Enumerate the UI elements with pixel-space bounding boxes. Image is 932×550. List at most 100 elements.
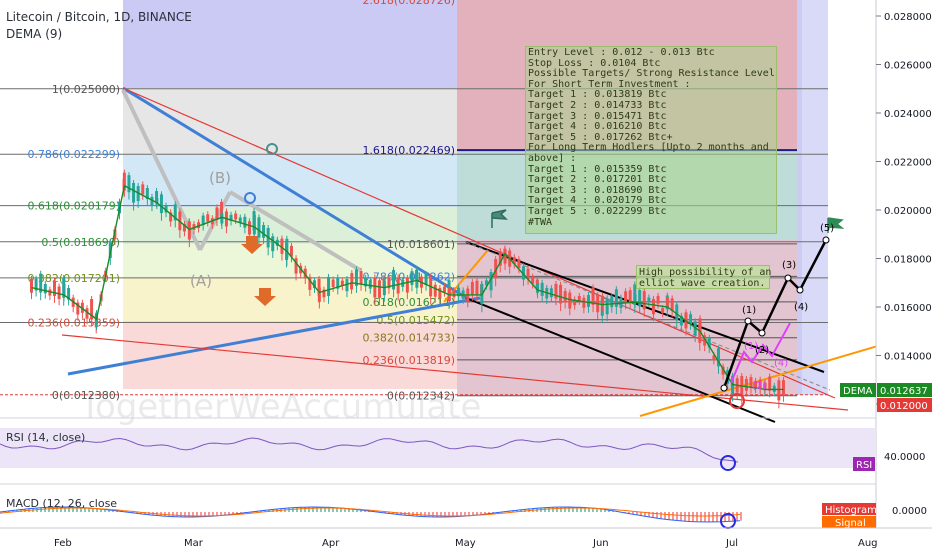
candle-body: [43, 283, 47, 294]
dema-indicator-title[interactable]: DEMA (9): [6, 26, 192, 43]
candle-body: [234, 213, 238, 220]
dema-badge-value: 0.012637: [880, 386, 928, 397]
note-line: elliot wave creation.: [639, 278, 766, 289]
time-axis[interactable]: Feb Mar Apr May Jun Jul Aug: [54, 538, 878, 549]
candle-body: [666, 297, 670, 307]
info-line: Target 2 : 0.014733 Btc: [528, 99, 667, 111]
rsi-tick: 40.0000: [884, 452, 925, 463]
wave-label-4-small: (4): [774, 358, 788, 369]
info-line: #TWA: [528, 216, 553, 228]
candle-body: [642, 291, 646, 310]
macd-bar: [668, 512, 670, 520]
candle-body: [624, 291, 628, 304]
x-tick-label: May: [455, 538, 476, 549]
x-tick-label: Feb: [54, 538, 72, 549]
y-tick-label: 0.022000: [884, 158, 932, 169]
macd-bar: [180, 512, 182, 517]
candle-body: [549, 288, 553, 298]
candle-body: [159, 194, 163, 214]
macd-bar: [300, 507, 302, 512]
symbol-title[interactable]: Litecoin / Bitcoin, 1D, BINANCE: [6, 9, 192, 26]
macd-bar: [308, 507, 310, 512]
candle-body: [243, 216, 247, 228]
info-line: Entry Level : 0.012 - 0.013 Btc: [528, 47, 715, 58]
macd-bar: [680, 512, 682, 521]
rsi-title[interactable]: RSI (14, close): [6, 431, 85, 444]
dema-badge-label: DEMA: [843, 386, 873, 397]
candle-body: [206, 214, 210, 222]
macd-bar: [664, 512, 666, 520]
candle-body: [442, 286, 446, 293]
candle-body: [405, 277, 409, 293]
candle-body: [628, 290, 632, 304]
candle-body: [127, 175, 131, 193]
candle-body: [586, 295, 590, 307]
candle-body: [368, 280, 372, 289]
main-chart[interactable]: 1(0.025000) 0.786(0.022299) 0.618(0.020179…: [0, 0, 932, 550]
candle-body: [582, 297, 586, 308]
candle-body: [517, 259, 521, 269]
candle-body: [359, 271, 363, 285]
candle-body: [62, 283, 66, 296]
candle-body: [433, 284, 437, 297]
macd-bar: [556, 507, 558, 512]
y-tick-label: 0.018000: [884, 255, 932, 266]
candle-body: [373, 277, 377, 298]
elliot-note-box[interactable]: High possibility of an elliot wave creati…: [636, 265, 771, 289]
macd-bar: [736, 512, 738, 521]
candle-body: [247, 221, 251, 235]
macd-title[interactable]: MACD (12, 26, close: [6, 497, 117, 510]
candle-body: [656, 295, 660, 304]
candle-body: [30, 278, 33, 293]
macd-bar: [548, 507, 550, 512]
macd-bar: [712, 512, 714, 522]
macd-bar: [552, 507, 554, 512]
candle-body: [215, 207, 219, 220]
candle-body: [317, 287, 321, 302]
candle-body: [392, 269, 396, 290]
trade-info-box[interactable]: Entry Level : 0.012 - 0.013 Btc Stop Loss…: [525, 46, 777, 234]
candle-body: [540, 282, 544, 296]
wave-label-b: (B): [209, 169, 231, 187]
macd-bar: [304, 507, 306, 512]
x-tick-label: Apr: [322, 538, 340, 549]
candle-body: [452, 289, 456, 298]
candle-body: [141, 184, 145, 195]
macd-bar: [708, 512, 710, 522]
info-line: Target 5 : 0.022299 Btc: [528, 205, 667, 217]
candle-body: [187, 221, 191, 240]
candle-body: [285, 238, 289, 258]
candle-body: [781, 380, 785, 396]
candle-body: [410, 271, 414, 285]
macd-bar: [656, 512, 658, 518]
watermark: TogetherWeAccumulate: [79, 387, 481, 427]
candle-body: [327, 276, 331, 297]
y-tick-label: 0.014000: [884, 352, 932, 363]
chart-stage: 1(0.025000) 0.786(0.022299) 0.618(0.020179…: [0, 0, 932, 550]
candle-body: [777, 380, 781, 401]
fib-left-label: 1(0.025000): [52, 83, 120, 96]
candle-body: [605, 298, 609, 315]
macd-bar: [428, 512, 430, 517]
macd-bar: [560, 507, 562, 512]
fib-right-label: 0.382(0.014733): [362, 332, 455, 345]
macd-signal-badge: Signal: [835, 518, 866, 529]
macd-bar: [660, 512, 662, 519]
macd-bar: [672, 512, 674, 521]
candle-body: [331, 279, 335, 287]
fib-left-label: 0.618(0.020179): [27, 200, 120, 213]
macd-bar: [176, 512, 178, 517]
y-tick-label: 0.016000: [884, 303, 932, 314]
candle-body: [577, 295, 581, 301]
macd-hist-badge: Histogram: [825, 505, 877, 516]
macd-bar: [740, 512, 742, 521]
macd-bar: [676, 512, 678, 521]
candle-body: [647, 297, 651, 303]
candle-body: [559, 284, 563, 304]
rsi-badge: RSI: [856, 460, 872, 471]
macd-bar: [168, 512, 170, 517]
fib-left-label: 0.786(0.022299): [27, 148, 120, 161]
macd-bar: [716, 512, 718, 522]
candle-body: [475, 280, 479, 296]
macd-bar: [688, 512, 690, 522]
